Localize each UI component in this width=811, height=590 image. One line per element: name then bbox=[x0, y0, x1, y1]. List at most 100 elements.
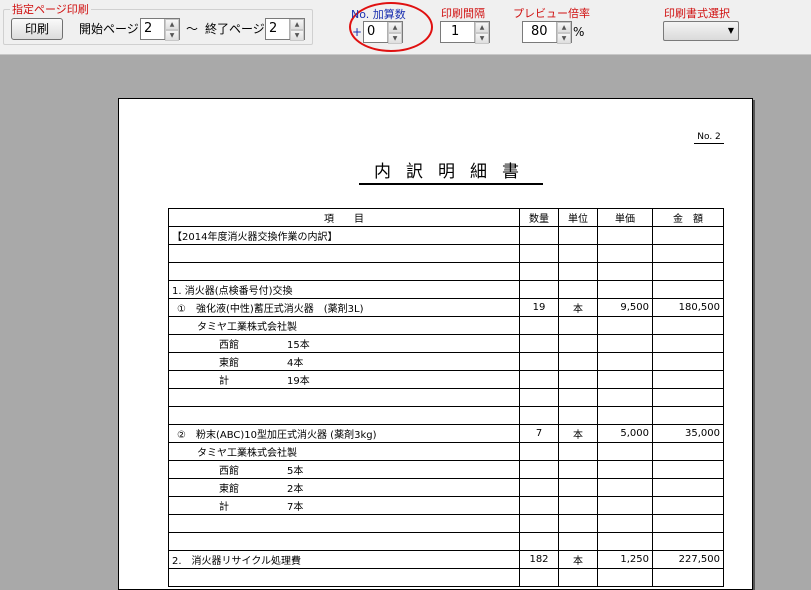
table-row: 2. 消火器リサイクル処理費 182 本 1,250 227,500 bbox=[168, 550, 724, 569]
print-interval-arrows[interactable]: ▲ ▼ bbox=[474, 22, 489, 44]
preview-zoom-arrows[interactable]: ▲ ▼ bbox=[556, 22, 571, 44]
row-item-text: 1. 消火器(点検番号付)交換 bbox=[172, 286, 293, 297]
row-item-text: 東館 bbox=[219, 484, 239, 495]
table-row: 1. 消火器(点検番号付)交換 bbox=[168, 280, 724, 299]
table-row bbox=[168, 244, 724, 263]
row-item-count: 5本 bbox=[287, 466, 304, 477]
row-unit bbox=[558, 388, 598, 407]
spin-up-icon[interactable]: ▲ bbox=[475, 22, 489, 33]
end-page-value[interactable]: 2 bbox=[266, 19, 289, 39]
row-item: 東館 4本 bbox=[168, 352, 520, 371]
spin-down-icon[interactable]: ▼ bbox=[557, 33, 571, 44]
row-amount bbox=[652, 226, 724, 245]
row-unit bbox=[558, 280, 598, 299]
row-item bbox=[168, 532, 520, 551]
spin-down-icon[interactable]: ▼ bbox=[290, 30, 304, 41]
row-item bbox=[168, 244, 520, 263]
row-qty bbox=[519, 226, 559, 245]
table-row: 西館 15本 bbox=[168, 334, 724, 353]
preview-zoom-spinner[interactable]: 80 ▲ ▼ bbox=[522, 21, 572, 44]
row-unit bbox=[558, 262, 598, 281]
row-item: 【2014年度消火器交換作業の内訳】 bbox=[168, 226, 520, 245]
row-unit bbox=[558, 532, 598, 551]
print-format-label: 印刷書式選択 bbox=[664, 7, 730, 20]
table-row: タミヤ工業株式会社製 bbox=[168, 442, 724, 461]
spin-down-icon[interactable]: ▼ bbox=[388, 33, 402, 44]
start-page-value[interactable]: 2 bbox=[141, 19, 164, 39]
spin-down-icon[interactable]: ▼ bbox=[475, 33, 489, 44]
row-item bbox=[168, 262, 520, 281]
table-header-row: 項 目 数量 単位 単価 金 額 bbox=[168, 208, 724, 227]
row-price bbox=[597, 442, 653, 461]
row-item: 西館 5本 bbox=[168, 460, 520, 479]
end-page-label: 終了ページ bbox=[205, 22, 265, 36]
no-add-label: No. 加算数 bbox=[351, 8, 406, 21]
row-item: 計 19本 bbox=[168, 370, 520, 389]
table-row bbox=[168, 532, 724, 551]
row-amount bbox=[652, 532, 724, 551]
no-add-value[interactable]: 0 bbox=[364, 22, 387, 42]
row-price bbox=[597, 352, 653, 371]
row-unit bbox=[558, 370, 598, 389]
row-qty bbox=[519, 478, 559, 497]
plus-sign: + bbox=[352, 25, 363, 39]
row-item: タミヤ工業株式会社製 bbox=[168, 442, 520, 461]
row-item-text: 西館 bbox=[219, 340, 239, 351]
start-page-spinner[interactable]: 2 ▲ ▼ bbox=[140, 18, 180, 41]
table-row: 計 19本 bbox=[168, 370, 724, 389]
row-amount bbox=[652, 442, 724, 461]
row-price bbox=[597, 334, 653, 353]
preview-zoom-value[interactable]: 80 bbox=[523, 22, 556, 42]
start-page-arrows[interactable]: ▲ ▼ bbox=[164, 19, 179, 41]
row-item bbox=[168, 406, 520, 425]
row-qty: 182 bbox=[519, 550, 559, 569]
spin-down-icon[interactable]: ▼ bbox=[165, 30, 179, 41]
row-qty bbox=[519, 262, 559, 281]
table-row: 計 7本 bbox=[168, 496, 724, 515]
page-print-group-label: 指定ページ印刷 bbox=[10, 1, 91, 17]
row-qty bbox=[519, 442, 559, 461]
no-add-arrows[interactable]: ▲ ▼ bbox=[387, 22, 402, 44]
no-add-spinner[interactable]: 0 ▲ ▼ bbox=[363, 21, 403, 44]
row-item-text: タミヤ工業株式会社製 bbox=[197, 322, 297, 333]
row-item-text: 計 bbox=[219, 376, 229, 387]
print-interval-label: 印刷間隔 bbox=[441, 7, 485, 20]
row-item: 2. 消火器リサイクル処理費 bbox=[168, 550, 520, 569]
row-qty: 19 bbox=[519, 298, 559, 317]
row-amount bbox=[652, 478, 724, 497]
print-interval-spinner[interactable]: 1 ▲ ▼ bbox=[440, 21, 490, 44]
spin-up-icon[interactable]: ▲ bbox=[165, 19, 179, 30]
row-amount bbox=[652, 496, 724, 515]
spin-up-icon[interactable]: ▲ bbox=[388, 22, 402, 33]
row-amount bbox=[652, 262, 724, 281]
row-item bbox=[168, 388, 520, 407]
table-body: 【2014年度消火器交換作業の内訳】 1. 消火器(点検番号付)交換 ① 強化液(中… bbox=[168, 226, 724, 587]
print-interval-value[interactable]: 1 bbox=[441, 22, 474, 42]
end-page-arrows[interactable]: ▲ ▼ bbox=[289, 19, 304, 41]
row-qty bbox=[519, 316, 559, 335]
row-item: ① 強化液(中性)蓄圧式消火器 (薬剤3L) bbox=[168, 298, 520, 317]
row-price bbox=[597, 244, 653, 263]
row-amount bbox=[652, 352, 724, 371]
spin-up-icon[interactable]: ▲ bbox=[557, 22, 571, 33]
print-format-select[interactable]: ▼ bbox=[663, 21, 739, 41]
row-price bbox=[597, 226, 653, 245]
row-item-count: 4本 bbox=[287, 358, 304, 369]
row-price bbox=[597, 262, 653, 281]
header-price: 単価 bbox=[597, 208, 653, 227]
toolbar: 指定ページ印刷 印刷 開始ページ 2 ▲ ▼ ～ 終了ページ 2 ▲ ▼ No.… bbox=[0, 0, 811, 55]
chevron-down-icon[interactable]: ▼ bbox=[728, 26, 734, 35]
row-item: 1. 消火器(点検番号付)交換 bbox=[168, 280, 520, 299]
row-item-text: 【2014年度消火器交換作業の内訳】 bbox=[172, 232, 338, 243]
row-item-text: ② 粉末(ABC)10型加圧式消火器 (薬剤3kg) bbox=[177, 430, 377, 441]
spin-up-icon[interactable]: ▲ bbox=[290, 19, 304, 30]
row-qty bbox=[519, 370, 559, 389]
print-button[interactable]: 印刷 bbox=[11, 18, 63, 40]
end-page-spinner[interactable]: 2 ▲ ▼ bbox=[265, 18, 305, 41]
row-item-count: 19本 bbox=[287, 376, 310, 387]
row-unit: 本 bbox=[558, 424, 598, 443]
page-number: No. 2 bbox=[694, 132, 724, 144]
row-qty bbox=[519, 280, 559, 299]
row-item-count: 7本 bbox=[287, 502, 304, 513]
row-amount: 227,500 bbox=[652, 550, 724, 569]
